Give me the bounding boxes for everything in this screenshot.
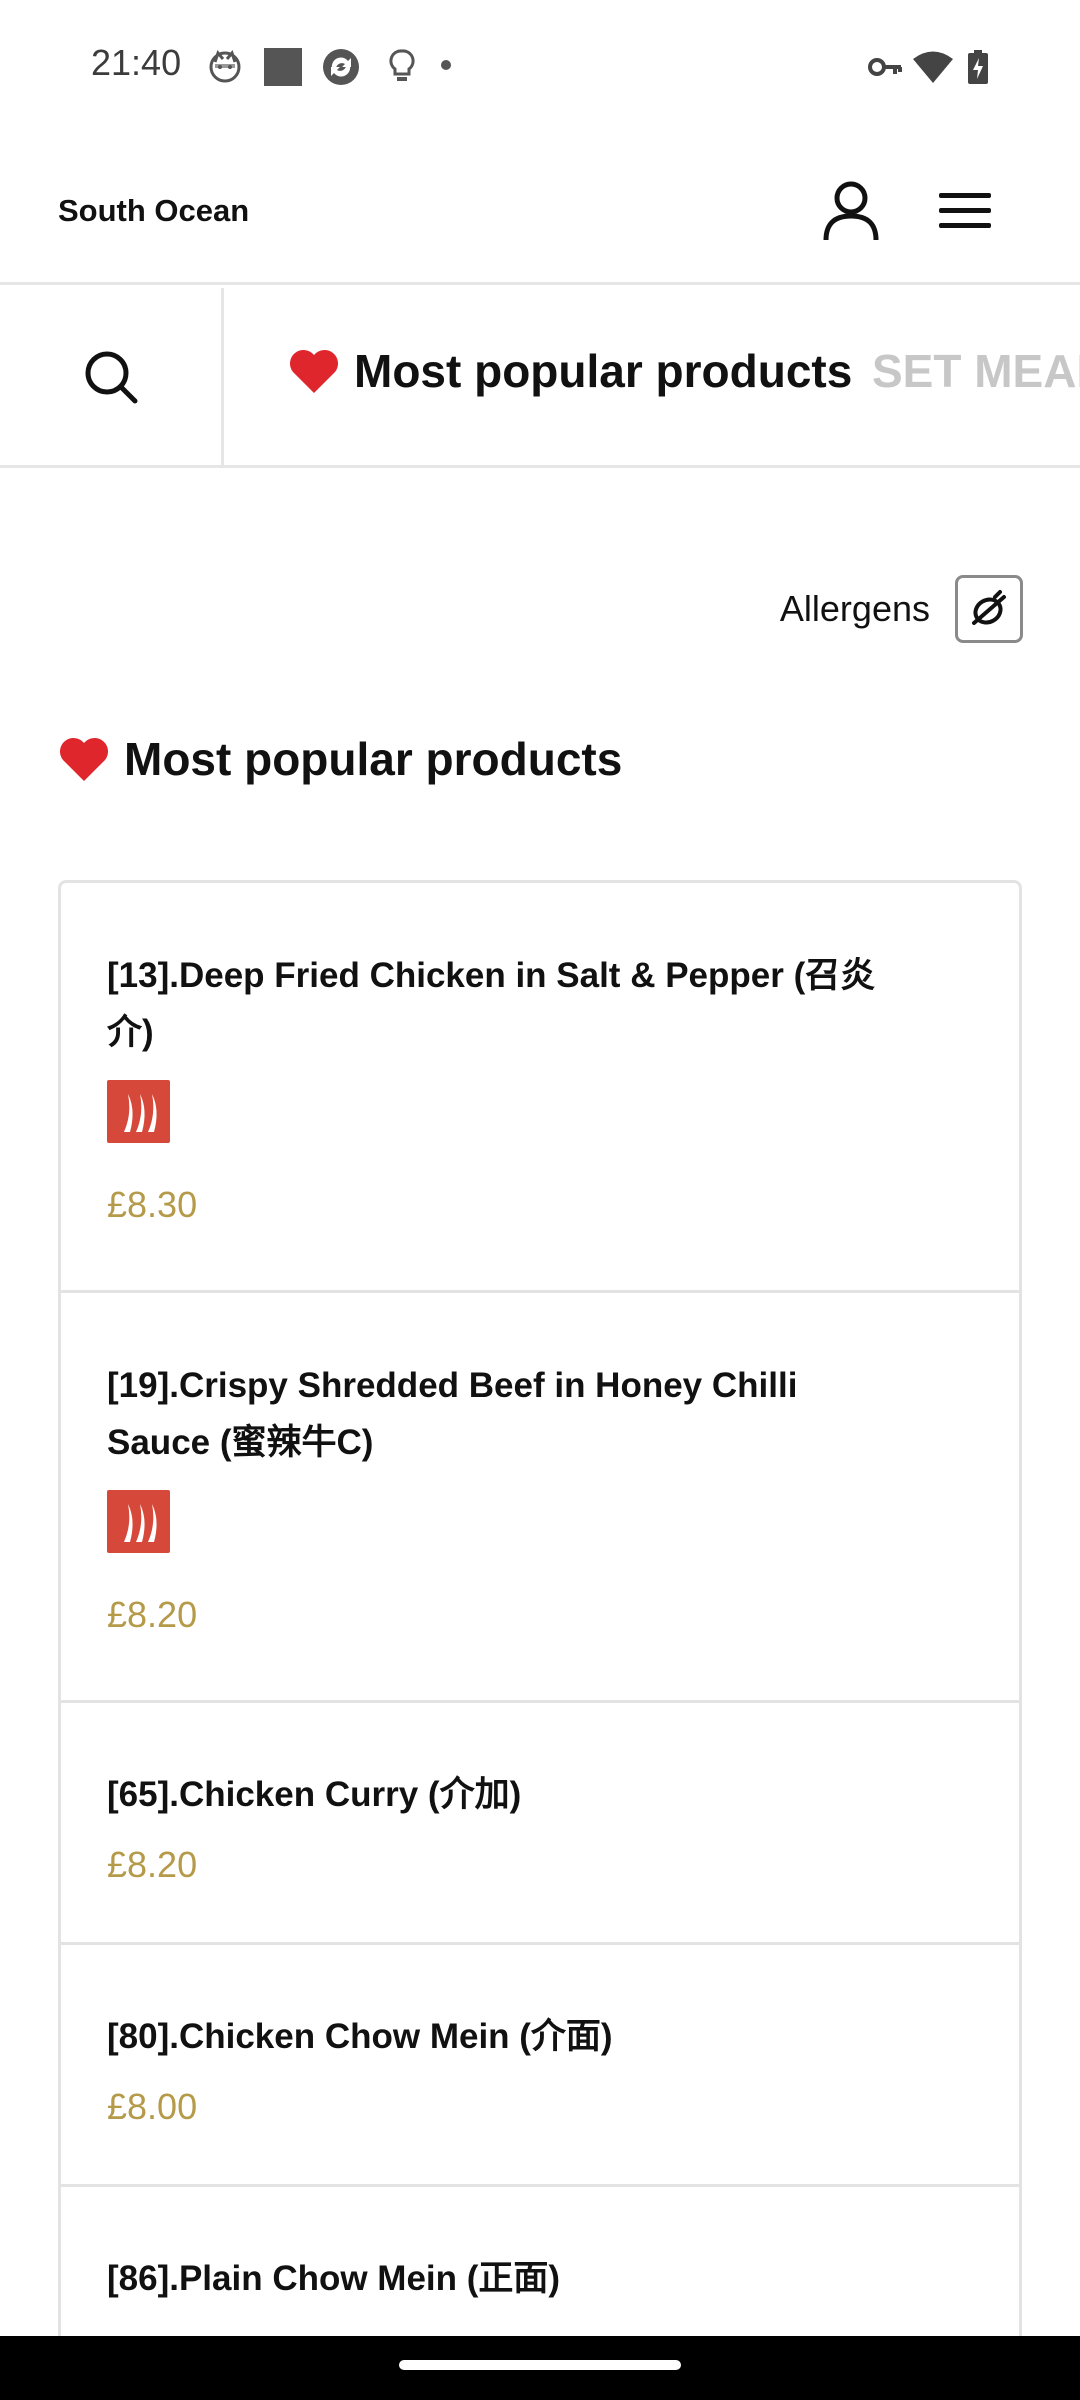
tab-set-meal[interactable]: SET MEAL [872, 344, 1080, 398]
account-button[interactable] [815, 175, 887, 247]
app-root: 21:40 South Ocean Most popular products … [0, 0, 1080, 2400]
allergens-button[interactable] [955, 575, 1023, 643]
product-price: £8.20 [107, 1594, 198, 1635]
cat-face-icon [209, 49, 241, 83]
product-item[interactable]: [65].Chicken Curry (介加) £8.20 [61, 1703, 1019, 1945]
wifi-icon [913, 51, 953, 83]
product-price: £8.30 [107, 1184, 198, 1225]
heart-icon [289, 349, 339, 393]
status-time: 21:40 [91, 42, 182, 83]
person-icon [823, 181, 879, 241]
battery-charging-icon [968, 50, 988, 84]
product-item[interactable]: [19].Crispy Shredded Beef in Honey Chill… [61, 1293, 1019, 1703]
section-title: Most popular products [58, 732, 622, 786]
hamburger-menu-icon [939, 193, 991, 228]
category-tabs: Most popular products SET MEAL [224, 288, 1080, 465]
product-name: [80].Chicken Chow Mein (介面) [107, 2017, 613, 2056]
home-gesture-handle[interactable] [399, 2360, 681, 2370]
section-title-text: Most popular products [124, 733, 623, 785]
category-tab-bar: Most popular products SET MEAL [0, 288, 1080, 468]
chili-pepper-icon [123, 1503, 157, 1542]
menu-button[interactable] [929, 175, 1001, 247]
lightbulb-icon [389, 49, 415, 81]
chili-pepper-icon [123, 1093, 157, 1132]
vpn-key-icon [868, 58, 902, 76]
status-bar: 21:40 [0, 0, 1080, 135]
product-name: [65].Chicken Curry (介加) [107, 1775, 522, 1814]
spicy-badge [107, 1490, 170, 1553]
tab-most-popular[interactable]: Most popular products [288, 344, 852, 398]
search-icon [85, 351, 137, 403]
search-button[interactable] [0, 288, 224, 465]
allergens-label: Allergens [779, 588, 930, 629]
sync-icon [323, 49, 359, 85]
product-price: £8.20 [107, 1844, 198, 1885]
tab-label: Most popular products [354, 345, 853, 397]
product-item[interactable]: [13].Deep Fried Chicken in Salt & Pepper… [61, 883, 1019, 1293]
product-name: [86].Plain Chow Mein (正面) [107, 2259, 561, 2298]
product-list: [13].Deep Fried Chicken in Salt & Pepper… [58, 880, 1022, 2340]
product-name: [19].Crispy Shredded Beef in Honey Chill… [107, 1366, 798, 1462]
product-item[interactable]: [86].Plain Chow Mein (正面) [61, 2187, 1019, 2340]
product-item[interactable]: [80].Chicken Chow Mein (介面) £8.00 [61, 1945, 1019, 2187]
heart-icon [59, 737, 109, 781]
spicy-badge [107, 1080, 170, 1143]
product-price: £8.00 [107, 2086, 198, 2127]
tab-label: SET MEAL [872, 345, 1080, 397]
system-navigation-bar [0, 2336, 1080, 2400]
square-icon [264, 48, 302, 86]
app-header: South Ocean [0, 135, 1080, 285]
dot-icon [441, 60, 451, 70]
product-name: [13].Deep Fried Chicken in Salt & Pepper… [107, 956, 876, 1052]
store-name: South Ocean [58, 193, 250, 228]
no-allergen-icon [972, 590, 1006, 625]
